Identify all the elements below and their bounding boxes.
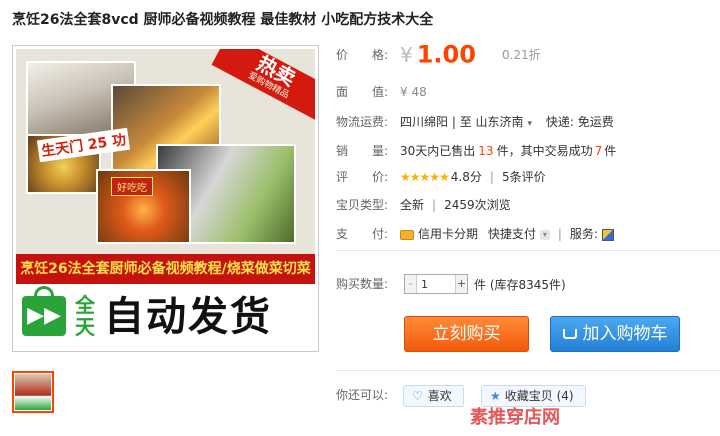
add-to-cart-button[interactable]: 加入购物车 xyxy=(550,316,680,352)
credit-installment[interactable]: 信用卡分期 xyxy=(418,223,478,245)
sales-prefix: 30天内已售出 xyxy=(400,144,476,158)
product-title: 烹饪26法全套8vcd 厨师必备视频教程 最佳教材 小吃配方技术大全 xyxy=(12,12,434,28)
quantity-stepper[interactable]: -+ xyxy=(404,274,468,294)
currency-symbol: ¥ xyxy=(400,42,413,67)
price-value: 1.00 xyxy=(416,40,476,69)
sales-row: 销 量: 30天内已售出 13 件，其中交易成功 7 件 xyxy=(336,140,616,162)
like-button[interactable]: ♡ 喜欢 xyxy=(403,385,464,407)
discount-text: 0.21折 xyxy=(501,47,541,62)
shipping-fee: 快递: 免运费 xyxy=(545,115,614,129)
rating-stars-icon: ★★★★★ xyxy=(400,170,450,184)
hot-sale-badge: 热卖 爱购物精品 xyxy=(211,49,315,122)
buy-now-label: 立刻购买 xyxy=(432,324,501,344)
auto-delivery-text: 自动发货 xyxy=(104,294,272,340)
also-label: 你还可以: xyxy=(336,388,389,402)
service-label: 服务: xyxy=(569,227,598,241)
rating-row: 评 价: ★★★★★ 4.8分 | 5条评价 xyxy=(336,166,546,188)
credit-card-icon xyxy=(400,229,414,240)
image-caption-ribbon: 烹饪26法全套厨师必备视频教程/烧菜做菜切菜 xyxy=(16,254,315,284)
sales-count: 13 xyxy=(478,144,494,158)
divider xyxy=(336,370,720,371)
type-row: 宝贝类型: 全新 | 2459次浏览 xyxy=(336,194,511,216)
auto-delivery-banner: ▶▶ 全天 自动发货 xyxy=(16,284,315,348)
product-image-canvas: 好吃吃 生天门 25 功 热卖 爱购物精品 烹饪26法全套厨师必备视频教程/烧菜… xyxy=(16,49,315,348)
like-label: 喜欢 xyxy=(427,389,452,403)
add-to-cart-label: 加入购物车 xyxy=(582,324,668,344)
face-value-row: 面 值: ¥ 48 xyxy=(336,81,427,103)
face-value: ¥ 48 xyxy=(400,85,427,99)
quantity-increase-button[interactable]: + xyxy=(455,275,467,293)
payment-row: 支 付: 信用卡分期 快捷支付 ▾ | 服务: xyxy=(336,223,614,245)
main-product-image[interactable]: 好吃吃 生天门 25 功 热卖 爱购物精品 烹饪26法全套厨师必备视频教程/烧菜… xyxy=(12,45,319,352)
quantity-row: 购买数量:-+件 (库存8345件) xyxy=(336,274,566,294)
quantity-label: 购买数量: xyxy=(336,276,389,291)
ship-to-separator: | 至 xyxy=(451,115,472,129)
price-label: 价 格: xyxy=(336,47,389,62)
rating-label: 评 价: xyxy=(336,170,389,184)
rating-reviews-link[interactable]: 5条评价 xyxy=(502,166,546,188)
quick-pay-dropdown-icon[interactable]: ▾ xyxy=(539,229,550,240)
rating-score: 4.8分 xyxy=(450,170,482,184)
chevron-down-icon[interactable]: ▾ xyxy=(528,119,533,129)
quantity-decrease-button[interactable]: - xyxy=(405,275,417,293)
service-badge-icon[interactable] xyxy=(601,228,614,241)
image-thumbnail[interactable] xyxy=(12,371,54,413)
buy-now-button[interactable]: 立刻购买 xyxy=(404,316,529,352)
collage-background: 好吃吃 生天门 25 功 热卖 爱购物精品 xyxy=(16,49,315,254)
quantity-input[interactable] xyxy=(418,275,455,293)
ship-from: 四川绵阳 xyxy=(400,115,449,129)
type-value: 全新 xyxy=(400,198,425,212)
star-icon: ★ xyxy=(490,389,501,403)
sales-mid: 件，其中交易成功 xyxy=(496,144,593,158)
stock-text: 件 (库存8345件) xyxy=(474,277,566,292)
delivery-day-text: 全天 xyxy=(75,293,95,339)
sales-label: 销 量: xyxy=(336,144,389,158)
face-value-label: 面 值: xyxy=(336,85,389,99)
payment-label: 支 付: xyxy=(336,227,389,241)
divider xyxy=(336,250,720,251)
sales-suffix: 件 xyxy=(604,144,617,158)
heart-icon: ♡ xyxy=(412,389,423,403)
favorite-label: 收藏宝贝 (4) xyxy=(504,389,574,403)
quick-pay[interactable]: 快捷支付 xyxy=(488,223,536,245)
shopping-bag-play-icon: ▶▶ xyxy=(22,286,66,336)
shipping-row: 物流运费: 四川绵阳 | 至 山东济南 ▾ 快递: 免运费 xyxy=(336,111,614,133)
watermark: 素推穿店网 xyxy=(470,407,560,428)
ship-to-select[interactable]: 山东济南 xyxy=(476,111,524,133)
cart-icon xyxy=(562,329,577,339)
sales-success: 7 xyxy=(594,144,603,158)
type-label: 宝贝类型: xyxy=(336,198,389,212)
price-row: 价 格: ¥1.00 0.21折 xyxy=(336,42,541,67)
views-count: 2459次浏览 xyxy=(444,198,511,212)
plate-label: 好吃吃 xyxy=(111,177,153,196)
shipping-label: 物流运费: xyxy=(336,115,389,129)
